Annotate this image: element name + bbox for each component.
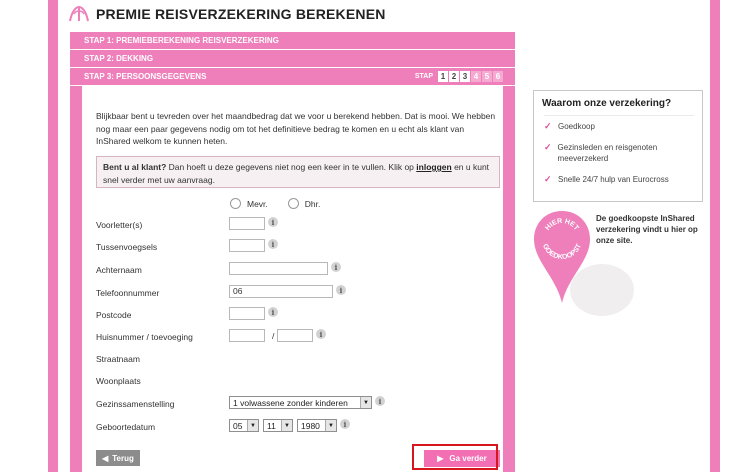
step-box-5: 5 xyxy=(482,71,492,82)
why-us-title: Waarom onze verzekering? xyxy=(542,98,672,109)
infix-label: Tussenvoegsels xyxy=(96,242,158,252)
initials-info-icon[interactable]: i xyxy=(268,217,278,227)
radio-mevr[interactable] xyxy=(230,198,241,209)
household-select-value: 1 volwassene zonder kinderen xyxy=(233,397,348,408)
step-3-label: STAP 3: PERSOONSGEGEVENS xyxy=(84,72,207,81)
chevron-down-icon: ▼ xyxy=(281,420,292,431)
birthdate-label: Geboortedatum xyxy=(96,422,156,432)
street-label: Straatnaam xyxy=(96,354,140,364)
why-item-label: Gezinsleden en reisgenoten meeverzekerd xyxy=(557,143,658,163)
postcode-info-icon[interactable]: i xyxy=(268,307,278,317)
house-number-input[interactable] xyxy=(229,329,265,342)
household-select[interactable]: 1 volwassene zonder kinderen ▼ xyxy=(229,396,372,409)
step-navigator: STAP 1 2 3 4 5 6 xyxy=(415,71,503,82)
back-button-label: Terug xyxy=(112,453,134,463)
house-number-separator: / xyxy=(272,331,275,341)
chevron-down-icon: ▼ xyxy=(247,420,258,431)
house-suffix-input[interactable] xyxy=(277,329,313,342)
radio-mevr-label: Mevr. xyxy=(247,198,268,209)
step-nav-label: STAP xyxy=(414,73,433,80)
arrow-left-icon: ◀ xyxy=(102,453,109,463)
notice-text-1: Dan hoeft u deze gegevens niet nog een k… xyxy=(166,162,417,172)
list-item: ✓ Gezinsleden en reisgenoten meeverzeker… xyxy=(544,142,694,164)
step-box-3[interactable]: 3 xyxy=(460,71,470,82)
inshared-logo-icon xyxy=(69,5,89,22)
page-title: PREMIE REISVERZEKERING BEREKENEN xyxy=(96,6,386,22)
why-item-label: Goedkoop xyxy=(558,122,595,131)
infix-info-icon[interactable]: i xyxy=(268,239,278,249)
list-item: ✓ Snelle 24/7 hulp van Eurocross xyxy=(544,174,694,185)
page-header: PREMIE REISVERZEKERING BEREKENEN xyxy=(68,4,386,24)
birth-year-value: 1980 xyxy=(301,420,320,431)
city-label: Woonplaats xyxy=(96,376,141,386)
surname-info-icon[interactable]: i xyxy=(331,262,341,272)
step-2-label: STAP 2: DEKKING xyxy=(84,54,154,63)
wizard-panel: STAP 1: PREMIEBEREKENING REISVERZEKERING… xyxy=(70,32,515,472)
surname-input[interactable] xyxy=(229,262,328,275)
step-2-bar[interactable]: STAP 2: DEKKING xyxy=(70,50,515,68)
household-info-icon[interactable]: i xyxy=(375,396,385,406)
step-box-4: 4 xyxy=(471,71,481,82)
surname-label: Achternaam xyxy=(96,265,142,275)
login-link[interactable]: inloggen xyxy=(416,162,451,172)
house-number-label: Huisnummer / toevoeging xyxy=(96,332,193,342)
initials-input[interactable] xyxy=(229,217,265,230)
postcode-label: Postcode xyxy=(96,310,132,320)
house-number-info-icon[interactable]: i xyxy=(316,329,326,339)
phone-input[interactable]: 06 xyxy=(229,285,333,298)
gender-radio-group: Mevr. Dhr. xyxy=(230,198,334,209)
step-box-2[interactable]: 2 xyxy=(449,71,459,82)
step-1-bar[interactable]: STAP 1: PREMIEBEREKENING REISVERZEKERING xyxy=(70,32,515,50)
birth-year-select[interactable]: 1980 ▼ xyxy=(297,419,337,432)
birth-month-select[interactable]: 11 ▼ xyxy=(263,419,293,432)
left-pink-border xyxy=(48,0,58,472)
chevron-down-icon: ▼ xyxy=(360,397,371,408)
why-us-list: ✓ Goedkoop ✓ Gezinsleden en reisgenoten … xyxy=(544,121,694,195)
radio-dhr[interactable] xyxy=(287,198,299,209)
chevron-down-icon: ▼ xyxy=(325,420,336,431)
checkmark-icon: ✓ xyxy=(544,142,552,152)
form-content: Blijkbaar bent u tevreden over het maand… xyxy=(70,86,515,472)
why-item-label: Snelle 24/7 hulp van Eurocross xyxy=(558,175,669,184)
birthdate-info-icon[interactable]: i xyxy=(340,419,350,429)
promo-text: De goedkoopste InShared verzekering vind… xyxy=(596,214,698,245)
postcode-input[interactable] xyxy=(229,307,265,320)
infix-input[interactable] xyxy=(229,239,265,252)
initials-label: Voorletter(s) xyxy=(96,220,143,230)
birth-month-value: 11 xyxy=(267,420,276,431)
notice-heading: Bent u al klant? xyxy=(103,162,167,172)
cheapest-promo[interactable]: HIER HET GOEDKOOPST De goedkoopste InSha… xyxy=(532,205,712,325)
step-1-label: STAP 1: PREMIEBEREKENING REISVERZEKERING xyxy=(84,36,279,45)
birth-day-select[interactable]: 05 ▼ xyxy=(229,419,259,432)
existing-customer-notice: Bent u al klant? Dan hoeft u deze gegeve… xyxy=(96,156,500,188)
household-label: Gezinssamenstelling xyxy=(96,399,175,409)
next-button-highlight xyxy=(412,444,498,470)
intro-text: Blijkbaar bent u tevreden over het maand… xyxy=(96,111,496,146)
divider xyxy=(544,115,694,116)
birth-day-value: 05 xyxy=(233,420,243,431)
phone-info-icon[interactable]: i xyxy=(336,285,346,295)
phone-label: Telefoonnummer xyxy=(96,288,160,298)
list-item: ✓ Goedkoop xyxy=(544,121,694,132)
step-3-bar: STAP 3: PERSOONSGEGEVENS STAP 1 2 3 4 5 … xyxy=(70,68,515,86)
checkmark-icon: ✓ xyxy=(544,121,552,131)
step-box-1[interactable]: 1 xyxy=(438,71,448,82)
radio-dhr-label: Dhr. xyxy=(304,198,321,209)
step-box-6: 6 xyxy=(493,71,503,82)
why-us-panel: Waarom onze verzekering? ✓ Goedkoop ✓ Ge… xyxy=(533,90,703,202)
back-button[interactable]: ◀ Terug xyxy=(96,450,140,466)
checkmark-icon: ✓ xyxy=(544,174,552,184)
